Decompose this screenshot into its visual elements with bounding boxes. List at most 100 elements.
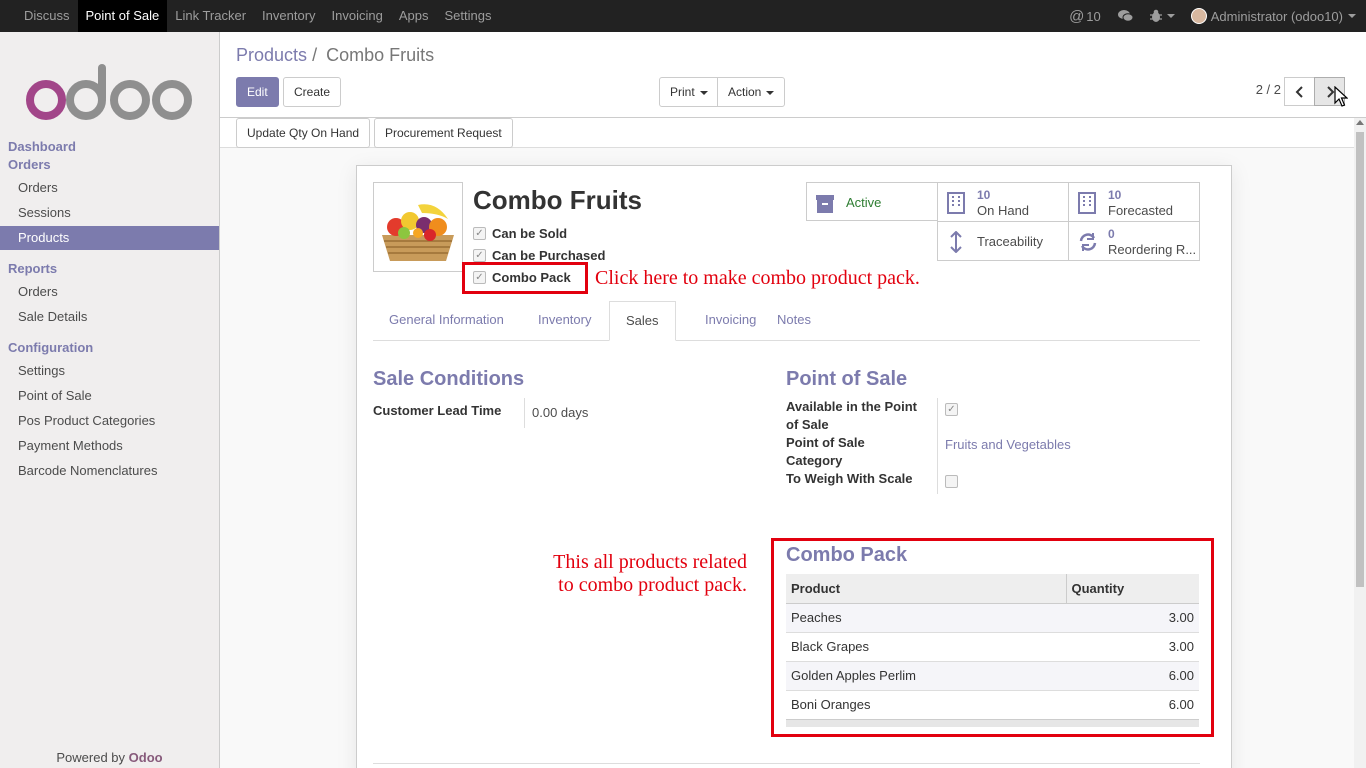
tab-sales[interactable]: Sales [609,301,676,341]
reordering-count: 0 [1108,227,1115,241]
field-separator [524,398,525,428]
traceability-button[interactable]: Traceability [937,221,1069,261]
debug-button[interactable] [1142,0,1183,32]
sidebar-item-payment-methods[interactable]: Payment Methods [0,434,219,458]
building-icon [1078,192,1096,214]
breadcrumb-separator: / [312,45,318,65]
systray: @ 10 Administrator (odoo10) [1061,0,1366,32]
scrollbar-thumb[interactable] [1356,132,1364,587]
customer-lead-time-label: Customer Lead Time [373,403,502,418]
user-menu[interactable]: Administrator (odoo10) [1183,0,1366,32]
powered-by-text: Powered by [56,750,126,765]
available-in-pos-label-line2: of Sale [786,417,829,432]
menu-link-tracker[interactable]: Link Tracker [167,0,254,32]
scroll-up-icon[interactable] [1356,120,1364,125]
can-be-sold-label: Can be Sold [492,226,568,241]
tab-invoicing[interactable]: Invoicing [689,301,772,341]
chevron-down-icon [1348,14,1356,18]
can-be-sold-field[interactable]: ✓ Can be Sold [473,226,567,241]
menu-discuss[interactable]: Discuss [16,0,78,32]
odoo-logo [26,64,192,120]
update-qty-button[interactable]: Update Qty On Hand [236,118,371,148]
bug-icon [1149,9,1162,22]
sidebar-item-products[interactable]: Products [0,226,219,250]
reordering-rules-button[interactable]: 0 Reordering R... [1068,221,1200,261]
available-in-pos-checkbox[interactable]: ✓ [945,403,958,416]
sidebar-item-orders[interactable]: Orders [0,176,219,200]
scrollbar[interactable] [1354,118,1366,768]
product-image[interactable] [373,182,463,272]
control-panel: Products / Combo Fruits Edit Create Prin… [220,32,1366,118]
archive-icon [816,195,834,213]
combo-pack-highlight-box [462,262,588,294]
print-dropdown[interactable]: Print [659,77,719,107]
active-toggle-button[interactable]: Active [806,182,938,221]
sidebar-item-pos-product-categories[interactable]: Pos Product Categories [0,409,219,433]
breadcrumb-current: Combo Fruits [326,45,435,65]
on-hand-count: 10 [977,188,991,202]
combo-table-annotation-line1: This all products related [553,551,747,573]
refresh-icon [1079,233,1097,251]
pos-category-label-line1: Point of Sale [786,435,865,450]
form-statusbar: Update Qty On Hand Procurement Request [220,118,1354,148]
sale-conditions-title: Sale Conditions [373,368,525,390]
notebook-tabs: General Information Inventory Sales Invo… [373,301,1200,341]
tab-inventory[interactable]: Inventory [522,301,607,341]
sidebar-section-configuration: Configuration [8,340,94,355]
chevron-left-icon [1295,85,1303,98]
forecasted-button[interactable]: 10 Forecasted [1068,182,1200,222]
sidebar-item-sale-details[interactable]: Sale Details [0,305,219,329]
can-be-purchased-checkbox[interactable]: ✓ [473,249,486,262]
sidebar-item-report-orders[interactable]: Orders [0,280,219,304]
field-separator [937,398,938,494]
mentions-count: 10 [1086,8,1101,24]
building-icon [947,192,965,214]
menu-invoicing[interactable]: Invoicing [324,0,391,32]
on-hand-button[interactable]: 10 On Hand [937,182,1069,222]
action-label: Action [728,85,762,99]
pos-category-label-line2: Category [786,453,843,468]
create-button[interactable]: Create [283,77,342,107]
can-be-purchased-label: Can be Purchased [492,248,606,263]
sidebar-item-point-of-sale[interactable]: Point of Sale [0,384,219,408]
sidebar-item-settings[interactable]: Settings [0,359,219,383]
menu-apps[interactable]: Apps [391,0,437,32]
menu-settings[interactable]: Settings [436,0,499,32]
edit-button[interactable]: Edit [236,77,279,107]
pager-value[interactable]: 2 / 2 [1256,82,1281,97]
app-menu: Discuss Point of Sale Link Tracker Inven… [16,0,499,32]
active-label: Active [846,195,882,210]
pos-category-link[interactable]: Fruits and Vegetables [945,437,1071,452]
pos-category-label: Point of Sale Category [786,434,865,470]
combo-pack-annotation: Click here to make combo product pack. [595,267,920,289]
available-in-pos-label-line1: Available in the Point [786,399,917,414]
point-of-sale-title: Point of Sale [786,368,908,390]
tab-notes[interactable]: Notes [761,301,827,341]
user-name: Administrator (odoo10) [1210,8,1343,24]
sidebar-item-sessions[interactable]: Sessions [0,201,219,225]
menu-point-of-sale[interactable]: Point of Sale [77,0,168,32]
sidebar-item-barcode-nomenclatures[interactable]: Barcode Nomenclatures [0,459,219,483]
customer-lead-time-field[interactable]: 0.00 days [532,405,588,420]
mentions-button[interactable]: @ 10 [1061,0,1109,32]
combo-table-annotation-line2: to combo product pack. [558,574,747,596]
tab-general-information[interactable]: General Information [373,301,520,341]
chevron-down-icon [766,90,775,95]
powered-by-link[interactable]: Odoo [129,750,163,765]
chevron-right-icon [1326,85,1334,98]
action-dropdown[interactable]: Action [717,77,786,107]
menu-inventory[interactable]: Inventory [254,0,323,32]
top-navbar: Discuss Point of Sale Link Tracker Inven… [0,0,1366,32]
divider [373,763,1200,764]
to-weigh-label: To Weigh With Scale [786,471,913,486]
to-weigh-checkbox[interactable] [945,475,958,488]
sidebar-section-reports: Reports [8,261,58,276]
procurement-request-button[interactable]: Procurement Request [374,118,513,148]
sidebar-dashboard[interactable]: Dashboard [8,139,76,154]
chat-button[interactable] [1109,0,1142,32]
pager-previous-button[interactable] [1284,77,1315,106]
can-be-sold-checkbox[interactable]: ✓ [473,227,486,240]
can-be-purchased-field[interactable]: ✓ Can be Purchased [473,248,605,263]
breadcrumb-products[interactable]: Products [236,45,307,65]
reordering-label: Reordering R... [1108,242,1197,257]
